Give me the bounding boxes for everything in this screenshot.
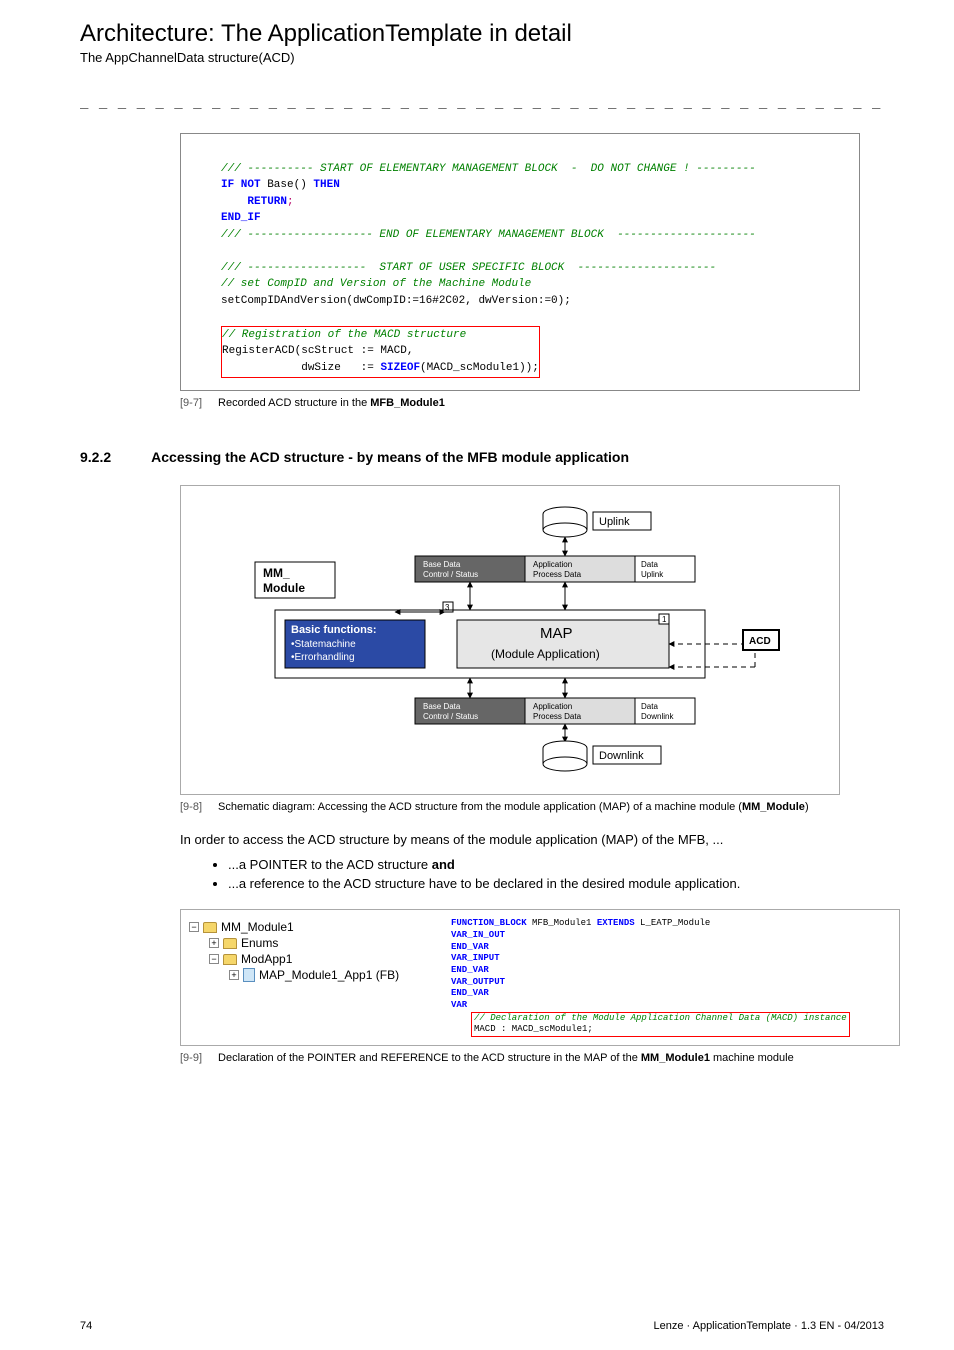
page-footer: 74 Lenze · ApplicationTemplate · 1.3 EN … bbox=[80, 1320, 884, 1332]
code-comment: /// ------------------- END OF ELEMENTAR… bbox=[221, 229, 756, 241]
code-block-2: FUNCTION_BLOCK MFB_Module1 EXTENDS L_EAT… bbox=[441, 910, 899, 1045]
svg-text:Uplink: Uplink bbox=[641, 570, 664, 579]
svg-text:MAP: MAP bbox=[540, 625, 573, 642]
footer-right: Lenze · ApplicationTemplate · 1.3 EN - 0… bbox=[653, 1320, 884, 1332]
figure-text: Schematic diagram: Accessing the ACD str… bbox=[218, 801, 809, 813]
figure-text: Declaration of the POINTER and REFERENCE… bbox=[218, 1052, 794, 1064]
figure-caption-9-8: [9-8] Schematic diagram: Accessing the A… bbox=[180, 801, 884, 813]
tree-node[interactable]: MM_Module1 bbox=[221, 920, 294, 934]
bullet-item: ...a reference to the ACD structure have… bbox=[228, 876, 884, 891]
code-keyword: THEN bbox=[313, 179, 339, 191]
diagram-svg: Uplink Base Data Control / Status Applic… bbox=[195, 502, 825, 782]
svg-text:Base Data: Base Data bbox=[423, 560, 461, 569]
code-keyword: SIZEOF bbox=[380, 362, 420, 374]
paragraph: In order to access the ACD structure by … bbox=[180, 831, 884, 849]
collapse-icon[interactable]: − bbox=[209, 954, 219, 964]
code-keyword: RETURN bbox=[247, 196, 287, 208]
svg-text:ACD: ACD bbox=[749, 636, 771, 647]
bullet-list: ...a POINTER to the ACD structure and ..… bbox=[210, 857, 884, 891]
code-comment: // Registration of the MACD structure bbox=[222, 329, 466, 341]
code-comment: /// ---------- START OF ELEMENTARY MANAG… bbox=[221, 163, 756, 175]
section-number: 9.2.2 bbox=[80, 449, 111, 465]
expand-icon[interactable]: + bbox=[209, 938, 219, 948]
code-keyword: END_IF bbox=[221, 212, 261, 224]
code-text: Base() bbox=[261, 179, 314, 191]
highlighted-code: // Registration of the MACD structure Re… bbox=[221, 326, 540, 379]
svg-text:(Module Application): (Module Application) bbox=[491, 647, 600, 661]
svg-text:Uplink: Uplink bbox=[599, 516, 630, 528]
section-heading-9-2-2: 9.2.2 Accessing the ACD structure - by m… bbox=[80, 449, 884, 465]
svg-text:1: 1 bbox=[662, 615, 667, 624]
svg-text:Application: Application bbox=[533, 560, 572, 569]
code-text: setCompIDAndVersion(dwCompID:=16#2C02, d… bbox=[221, 295, 571, 307]
svg-text:Basic functions:: Basic functions: bbox=[291, 624, 377, 636]
svg-text:Process Data: Process Data bbox=[533, 570, 582, 579]
svg-text:Control / Status: Control / Status bbox=[423, 570, 478, 579]
tree-node[interactable]: MAP_Module1_App1 (FB) bbox=[259, 968, 399, 982]
code-text: RegisterACD(scStruct := MACD, bbox=[222, 345, 413, 357]
svg-text:Application: Application bbox=[533, 702, 572, 711]
svg-text:Process Data: Process Data bbox=[533, 712, 582, 721]
svg-text:Data: Data bbox=[641, 702, 658, 711]
svg-text:•Errorhandling: •Errorhandling bbox=[291, 652, 355, 663]
page-title: Architecture: The ApplicationTemplate in… bbox=[80, 20, 884, 48]
folder-icon bbox=[223, 954, 237, 965]
svg-text:Downlink: Downlink bbox=[641, 712, 674, 721]
figure-caption-9-7: [9-7] Recorded ACD structure in the MFB_… bbox=[180, 397, 884, 409]
folder-icon bbox=[223, 938, 237, 949]
file-icon bbox=[243, 968, 255, 982]
folder-icon bbox=[203, 922, 217, 933]
code-comment: // set CompID and Version of the Machine… bbox=[221, 278, 531, 290]
svg-text:Data: Data bbox=[641, 560, 658, 569]
code-text: (MACD_scModule1)); bbox=[420, 362, 539, 374]
code-text: dwSize := bbox=[222, 362, 380, 374]
project-tree: − MM_Module1 + Enums − ModApp1 + MAP_Module1… bbox=[181, 910, 441, 1045]
page-subtitle: The AppChannelData structure(ACD) bbox=[80, 50, 884, 65]
figure-text: Recorded ACD structure in the MFB_Module… bbox=[218, 397, 445, 409]
figure-caption-9-9: [9-9] Declaration of the POINTER and REF… bbox=[180, 1052, 884, 1064]
tree-node[interactable]: Enums bbox=[241, 936, 278, 950]
expand-icon[interactable]: + bbox=[229, 970, 239, 980]
code-keyword: IF NOT bbox=[221, 179, 261, 191]
tree-node[interactable]: ModApp1 bbox=[241, 952, 292, 966]
figure-id: [9-8] bbox=[180, 801, 202, 813]
svg-text:•Statemachine: •Statemachine bbox=[291, 639, 356, 650]
svg-text:Downlink: Downlink bbox=[599, 750, 644, 762]
bullet-item: ...a POINTER to the ACD structure and bbox=[228, 857, 884, 872]
svg-text:MM_: MM_ bbox=[263, 566, 290, 580]
divider-dashes: _ _ _ _ _ _ _ _ _ _ _ _ _ _ _ _ _ _ _ _ … bbox=[80, 93, 884, 109]
figure-id: [9-9] bbox=[180, 1052, 202, 1064]
figure-id: [9-7] bbox=[180, 397, 202, 409]
svg-text:Module: Module bbox=[263, 581, 305, 595]
page-number: 74 bbox=[80, 1320, 92, 1332]
highlighted-code: // Declaration of the Module Application… bbox=[471, 1012, 850, 1037]
code-comment: /// ------------------ START OF USER SPE… bbox=[221, 262, 716, 274]
section-title: Accessing the ACD structure - by means o… bbox=[151, 449, 629, 465]
svg-text:Base Data: Base Data bbox=[423, 702, 461, 711]
tree-and-code-panel: − MM_Module1 + Enums − ModApp1 + MAP_Module1… bbox=[180, 909, 900, 1046]
svg-text:Control / Status: Control / Status bbox=[423, 712, 478, 721]
collapse-icon[interactable]: − bbox=[189, 922, 199, 932]
code-block-1: /// ---------- START OF ELEMENTARY MANAG… bbox=[180, 133, 860, 391]
svg-text:3: 3 bbox=[445, 603, 450, 612]
schematic-diagram: Uplink Base Data Control / Status Applic… bbox=[180, 485, 840, 795]
